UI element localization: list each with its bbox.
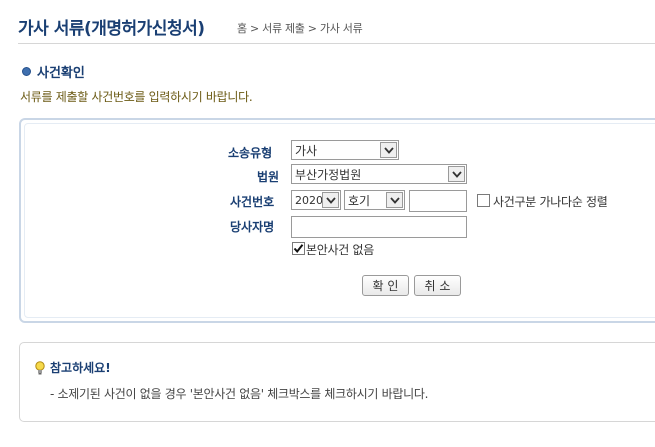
case-year-select[interactable]: 2020 [291,190,341,210]
case-code-value: 호기 [348,193,371,208]
lightbulb-icon [34,360,46,375]
case-number-label: 사건번호 [230,195,275,209]
instruction-text: 서류를 제출할 사건번호를 입력하시기 바랍니다. [20,90,253,104]
sort-order-checkbox[interactable] [477,194,490,207]
confirm-button[interactable]: 확 인 [362,275,409,296]
court-select[interactable]: 부산가정법원 [291,164,467,184]
case-type-select[interactable]: 가사 [291,140,399,160]
court-label: 법원 [257,170,280,184]
cancel-button[interactable]: 취 소 [414,275,461,296]
chevron-down-icon[interactable] [448,166,465,182]
title-divider [18,43,655,44]
check-icon [293,244,304,254]
sort-order-label: 사건구분 가나다순 정렬 [493,195,608,209]
chevron-down-icon[interactable] [380,142,397,158]
case-type-value: 가사 [295,143,318,158]
case-number-input[interactable] [409,190,467,212]
court-value: 부산가정법원 [295,167,362,182]
note-text: - 소제기된 사건이 없을 경우 '본안사건 없음' 체크박스를 체크하시기 바… [50,387,429,401]
case-type-label: 소송유형 [228,146,273,160]
note-title-label: 참고하세요! [50,361,111,375]
chevron-down-icon[interactable] [322,192,339,208]
note-box: 참고하세요! - 소제기된 사건이 없을 경우 '본안사건 없음' 체크박스를 … [19,342,655,422]
no-main-case-checkbox[interactable] [292,242,305,255]
page-title: 가사 서류(개명허가신청서) [18,19,205,39]
no-main-case-label: 본안사건 없음 [306,243,374,257]
breadcrumb: 홈 > 서류 제출 > 가사 서류 [237,22,363,35]
bullet-icon [22,67,31,76]
section-title-label: 사건확인 [37,66,85,81]
section-title: 사건확인 [22,62,85,81]
party-name-input[interactable] [291,216,467,238]
note-title: 참고하세요! [34,359,111,376]
chevron-down-icon[interactable] [386,192,403,208]
case-code-select[interactable]: 호기 [344,190,405,210]
party-name-label: 당사자명 [230,220,275,234]
case-year-value: 2020 [295,193,323,207]
